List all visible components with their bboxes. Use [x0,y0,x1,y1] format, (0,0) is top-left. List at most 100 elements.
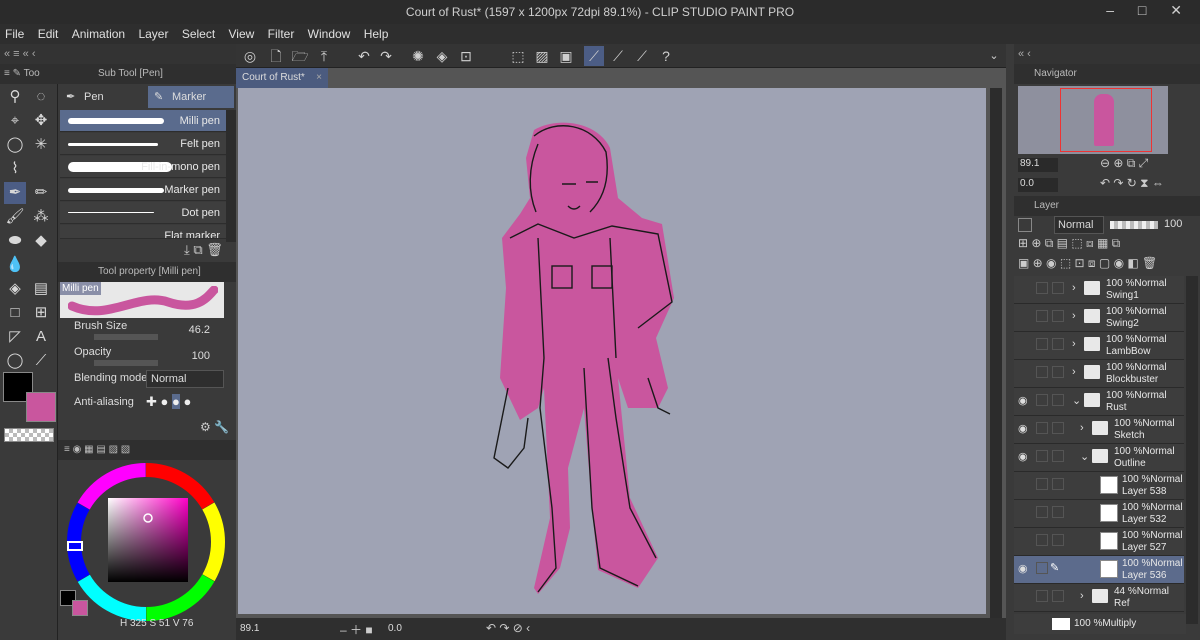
snap-special-ruler-icon[interactable]: ⟋ [608,46,628,66]
menu-file[interactable]: File [0,24,29,44]
invert-selection-icon[interactable]: ▨ [532,46,552,66]
navigator-zoom-buttons[interactable]: ⊖ ⊕ ⧉ ⤢ [1100,156,1148,171]
layer-scrollbar[interactable] [1186,276,1198,624]
layer-row-bottom[interactable]: 100 %Multiply [1014,614,1186,634]
pencil-tool-icon[interactable]: ✏ [30,182,52,204]
expand-chevron-icon[interactable]: › [1072,338,1076,350]
mini-sub-color[interactable] [72,600,88,616]
decoration-tool-icon[interactable]: ⬬ [4,230,26,252]
frame-tool-icon[interactable]: ⊞ [30,302,52,324]
layer-row[interactable]: ◉ ⌄ 100 %Normal Rust [1014,388,1184,416]
expand-chevron-icon[interactable]: › [1080,422,1084,434]
ruler-tool-icon[interactable]: ◸ [4,326,26,348]
lock-checkbox[interactable] [1036,310,1048,322]
left-dock-nav[interactable]: « ≡ « ‹ [0,44,236,64]
grid-icon[interactable]: ▣ [556,46,576,66]
command-bar-chevron-icon[interactable]: ⌄ [984,46,1004,66]
fill-tool-icon[interactable]: ◈ [4,278,26,300]
undo-icon[interactable]: ↶ [354,46,374,66]
layer-row[interactable]: › 100 %Normal Swing2 [1014,304,1184,332]
menu-layer[interactable]: Layer [133,24,173,44]
selection-tool-icon[interactable]: ◌ [30,86,52,108]
text-tool-icon[interactable]: A [30,326,52,348]
document-tab[interactable]: Court of Rust* × [236,68,328,88]
sub-color-swatch[interactable] [26,392,56,422]
tool-property-settings-icon[interactable]: ⚙ 🔧 [200,420,229,434]
eraser-tool-icon[interactable]: ◆ [30,230,52,252]
visibility-off-icon[interactable] [1018,590,1032,604]
collapse-chevron-icon[interactable]: ⌄ [1080,450,1089,463]
transform-icon[interactable]: ⊡ [456,46,476,66]
snap-grid-icon[interactable]: ⟋ [632,46,652,66]
brush-felt-pen[interactable]: Felt pen [60,133,226,155]
brush-dot-pen[interactable]: Dot pen [60,202,226,224]
operation-tool-icon[interactable]: ⌖ [4,110,26,132]
visibility-off-icon[interactable] [1018,506,1032,520]
visibility-off-icon[interactable] [1018,366,1032,380]
menu-filter[interactable]: Filter [263,24,300,44]
visibility-eye-icon[interactable]: ◉ [1018,422,1032,436]
anti-aliasing-options[interactable]: ✚ ● ● ● [146,394,191,410]
brush-milli-pen[interactable]: Milli pen [60,110,226,132]
brush-tool-icon[interactable]: 🖌 [4,206,26,228]
layer-row[interactable]: 100 %Normal Layer 538 [1014,472,1184,500]
tab-marker[interactable]: ✎ Marker [148,86,234,108]
visibility-off-icon[interactable] [1018,310,1032,324]
clip-studio-icon[interactable]: ◎ [240,46,260,66]
new-file-icon[interactable]: 🗋 [266,46,286,66]
transparent-swatch[interactable] [4,428,54,442]
clip-checkbox[interactable] [1052,394,1064,406]
layer-tools-row2[interactable]: ▣ ⊕ ◉ ⬚ ⊡ ⧈ ▢ ◉ ◧ 🗑 [1018,256,1157,271]
magic-wand-icon[interactable]: ✳ [30,134,52,156]
balloon-tool-icon[interactable]: ◯ [4,350,26,372]
loading-icon[interactable]: ✺ [408,46,428,66]
lock-checkbox[interactable] [1036,366,1048,378]
lock-checkbox[interactable] [1036,422,1048,434]
visibility-eye-icon[interactable]: ◉ [1018,394,1032,408]
lasso-tool-icon[interactable]: ◯ [4,134,26,156]
opacity-slider[interactable] [94,360,158,366]
clip-checkbox[interactable] [1052,506,1064,518]
pen-tool-icon[interactable]: ✒ [4,182,26,204]
fill-bucket-icon[interactable]: ◈ [432,46,452,66]
redo-icon[interactable]: ↷ [376,46,396,66]
rotate-controls[interactable]: ↶ ↷ ⊘ ‹ [486,621,530,635]
save-icon[interactable]: ⤒ [314,46,334,66]
tab-pen[interactable]: ✒ Pen [60,86,146,108]
clip-checkbox[interactable] [1052,534,1064,546]
layer-opacity-value[interactable]: 100 [1164,218,1182,230]
brush-flat-marker[interactable]: Flat marker [60,225,226,239]
lock-checkbox[interactable] [1036,478,1048,490]
layer-row[interactable]: › 100 %Normal Swing1 [1014,276,1184,304]
expand-chevron-icon[interactable]: › [1072,366,1076,378]
subtool-actions[interactable]: ⤓ ⧉ 🗑 [184,242,223,258]
canvas-vertical-scrollbar[interactable] [990,88,1002,618]
brush-fill-in-mono-pen[interactable]: Fill-in-mono pen [60,156,226,178]
menu-edit[interactable]: Edit [33,24,64,44]
expand-chevron-icon[interactable]: › [1072,310,1076,322]
close-tab-icon[interactable]: × [316,68,322,88]
airbrush-tool-icon[interactable]: ⁂ [30,206,52,228]
open-file-icon[interactable]: 🗁 [290,46,310,66]
clip-checkbox[interactable] [1052,478,1064,490]
blending-mode-select[interactable]: Normal [146,370,224,388]
right-dock-nav[interactable]: « ‹ [1014,44,1200,64]
layer-row[interactable]: ◉ › 100 %Normal Sketch [1014,416,1184,444]
menu-window[interactable]: Window [303,24,356,44]
zoom-tool-icon[interactable]: ⚲ [4,86,26,108]
layer-row[interactable]: ◉ ⌄ 100 %Normal Outline [1014,444,1184,472]
menu-help[interactable]: Help [359,24,394,44]
layer-row[interactable]: › 100 %Normal LambBow [1014,332,1184,360]
visibility-off-icon[interactable] [1018,338,1032,352]
layer-tools-row1[interactable]: ⊞ ⊕ ⧉ ▤ ⬚ ⧈ ▦ ⧉ [1018,236,1120,251]
color-wheel[interactable] [66,462,226,622]
menu-animation[interactable]: Animation [67,24,130,44]
clip-checkbox[interactable] [1052,422,1064,434]
brush-size-value[interactable]: 46.2 [189,324,210,336]
zoom-controls[interactable]: ‒ ＋ ■ [340,621,373,638]
visibility-off-icon[interactable] [1018,478,1032,492]
subtool-scrollbar[interactable] [226,110,236,242]
navigator-rotate-buttons[interactable]: ↶ ↷ ↻ ⧗ ⇔ [1100,176,1164,191]
layer-row[interactable]: › 100 %Normal Blockbuster [1014,360,1184,388]
layer-row[interactable]: 100 %Normal Layer 532 [1014,500,1184,528]
